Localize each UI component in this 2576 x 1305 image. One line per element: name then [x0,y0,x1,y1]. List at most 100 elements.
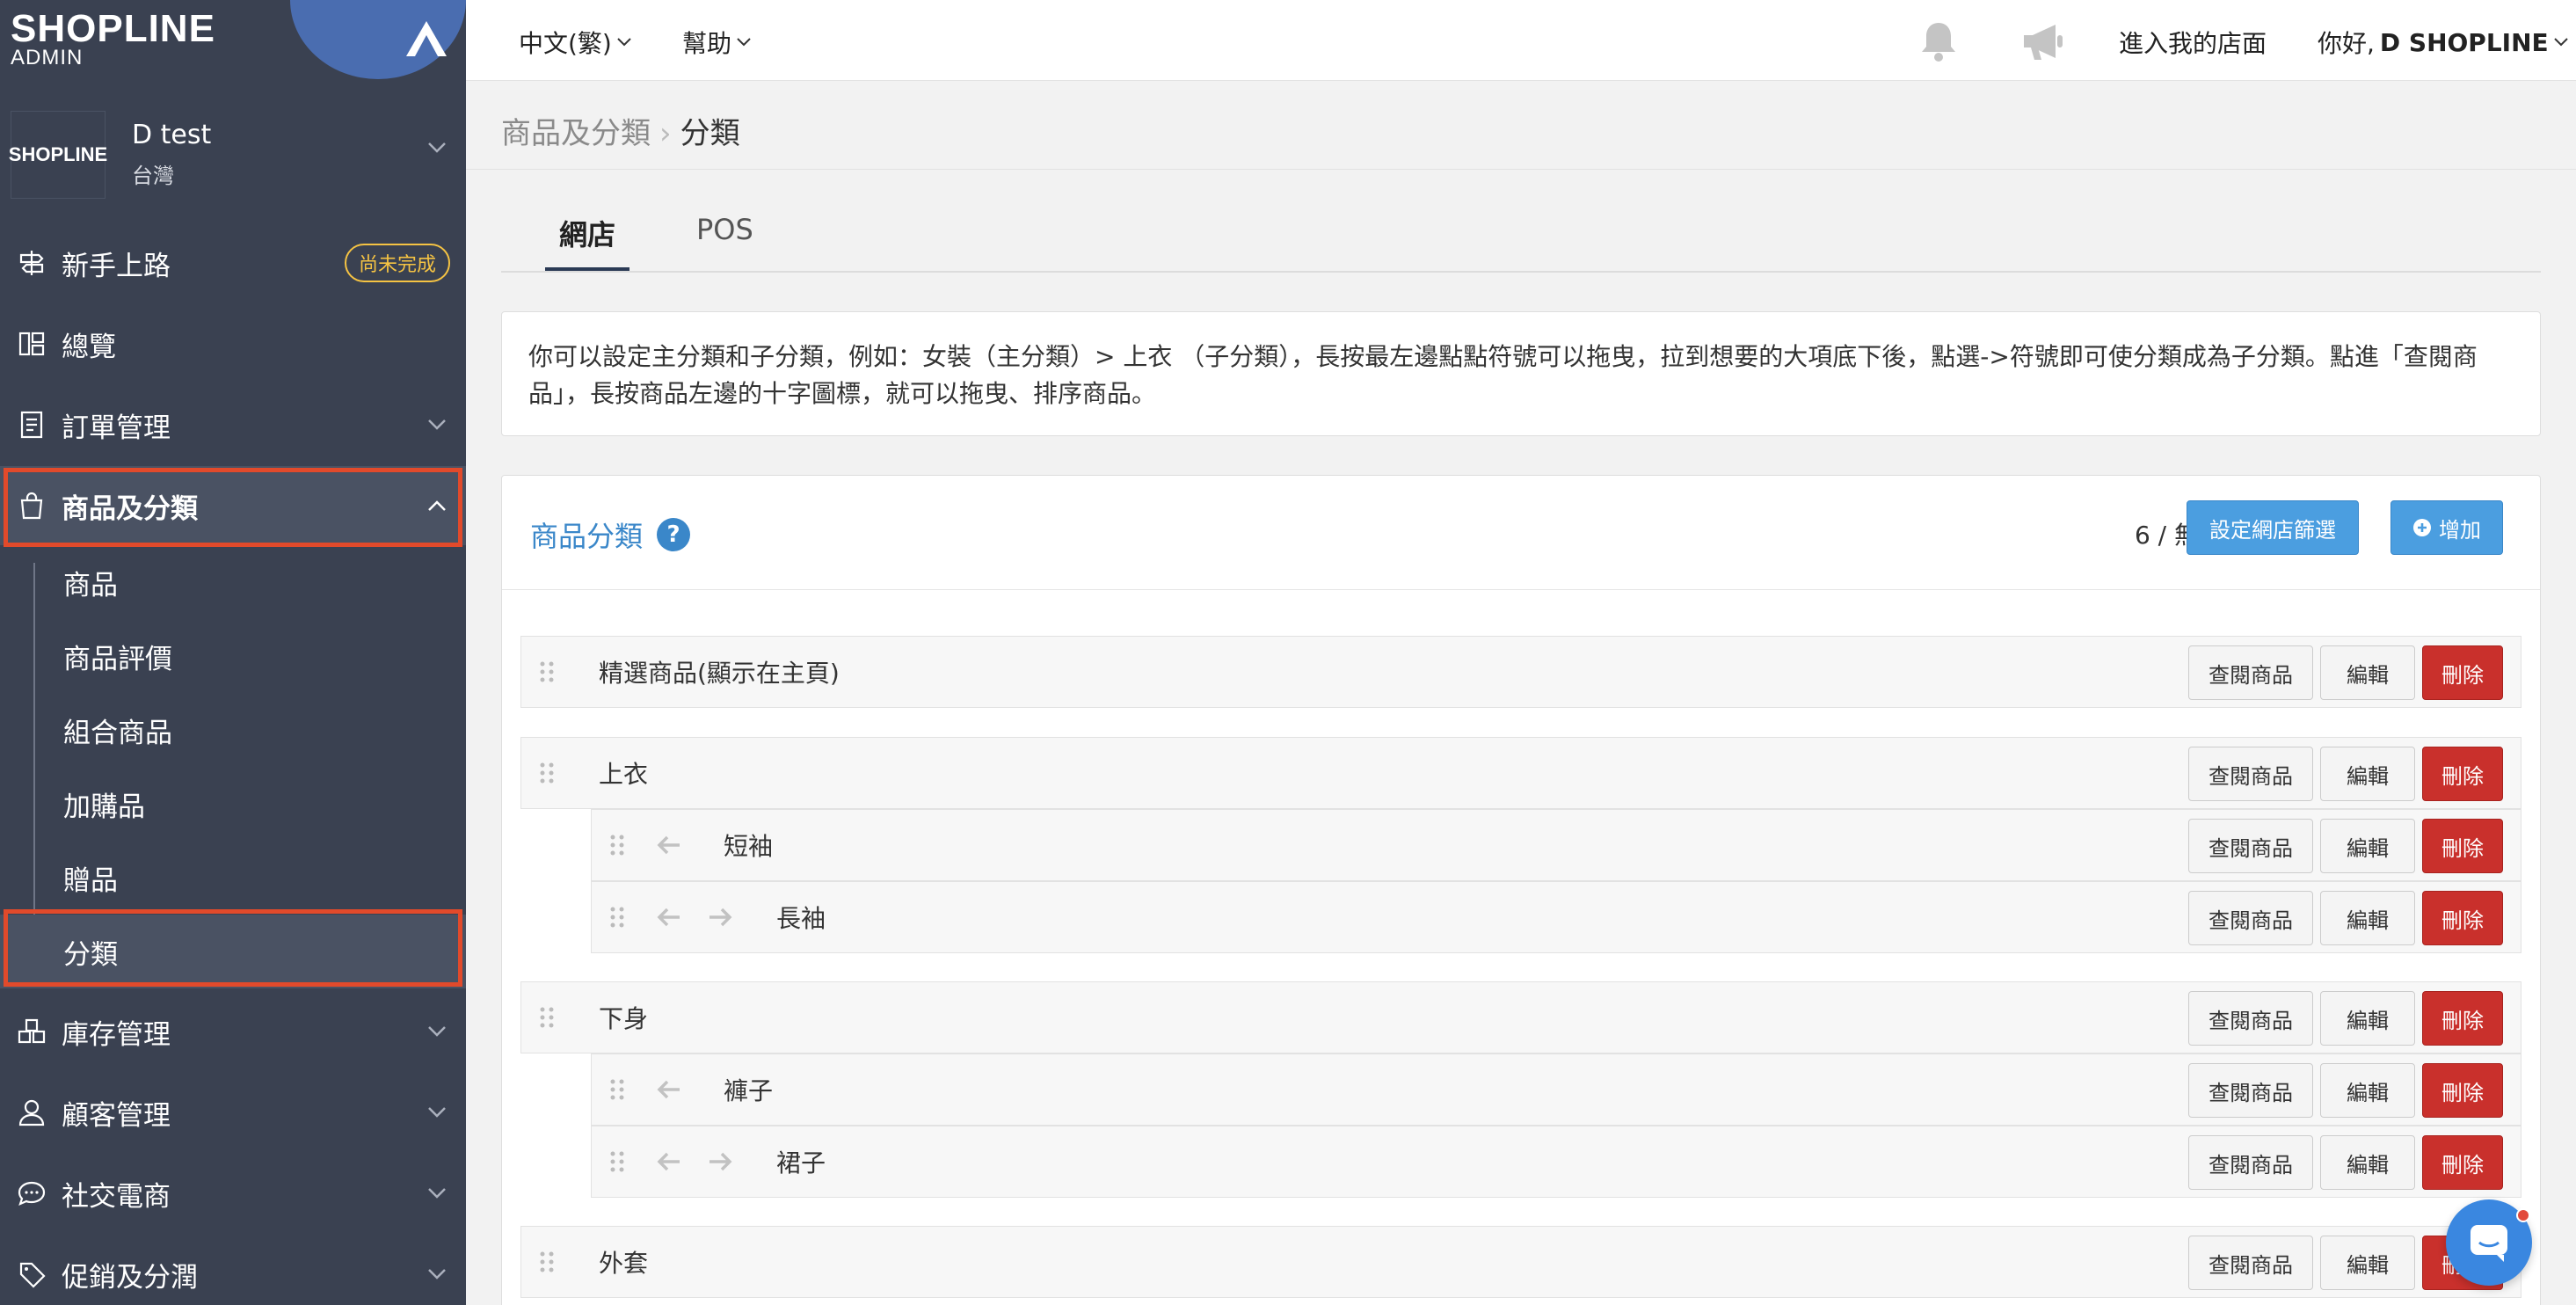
user-name: D SHOPLINE [2379,27,2549,57]
tab-pos[interactable]: POS [682,204,768,271]
store-region: 台灣 [132,164,174,188]
edit-button[interactable]: 編輯 [2320,747,2415,801]
edit-button[interactable]: 編輯 [2320,991,2415,1046]
chevron-down-icon [428,1188,446,1199]
chevron-down-icon [617,38,631,47]
edit-button[interactable]: 編輯 [2320,1063,2415,1118]
row-actions: 查閱商品 編輯 刪除 [2188,1063,2503,1118]
view-products-button[interactable]: 查閱商品 [2188,819,2313,873]
drag-handle-icon[interactable] [609,1078,625,1101]
divider [466,169,2576,170]
edit-button[interactable]: 編輯 [2320,1236,2415,1290]
user-menu[interactable]: 你好, D SHOPLINE [2318,25,2568,60]
drag-handle-icon[interactable] [609,1150,625,1173]
tab-online-store[interactable]: 網店 [545,204,630,271]
visit-store-link[interactable]: 進入我的店面 [2119,25,2267,60]
category-row[interactable]: 下身 查閱商品 編輯 刪除 [520,981,2521,1053]
subcategory-row[interactable]: 褲子 查閱商品 編輯 刪除 [591,1053,2521,1126]
submenu-item-bundles[interactable]: 組合商品 [0,693,466,767]
tag-icon [19,1262,46,1288]
submenu-item-label: 組合商品 [63,717,172,749]
sidebar-item-customers[interactable]: 顧客管理 [0,1073,466,1152]
category-row[interactable]: 上衣 查閱商品 編輯 刪除 [520,737,2521,809]
submenu-item-label: 商品 [63,569,118,601]
arrow-left-icon[interactable] [657,907,681,928]
arrow-right-icon[interactable] [708,907,732,928]
view-products-button[interactable]: 查閱商品 [2188,747,2313,801]
shopline-logo[interactable]: SHOPLINE [11,7,215,51]
arrow-left-icon[interactable] [657,835,681,856]
sidebar-item-label: 訂單管理 [62,412,171,444]
add-category-button[interactable]: 增加 [2390,500,2503,555]
arrow-left-icon[interactable] [657,1151,681,1172]
delete-button[interactable]: 刪除 [2422,891,2503,945]
row-actions: 查閱商品 編輯 刪除 [2188,819,2503,873]
submenu-item-categories[interactable]: 分類 [0,915,466,988]
panel-title: 商品分類 [530,520,644,553]
drag-handle-icon[interactable] [539,762,555,784]
drag-handle-icon[interactable] [609,906,625,929]
help-menu[interactable]: 幫助 [682,25,751,60]
submenu-item-label: 贈品 [63,864,118,897]
edit-button[interactable]: 編輯 [2320,645,2415,700]
drag-handle-icon[interactable] [539,660,555,683]
logo-mark-icon[interactable] [404,19,448,62]
sidebar: SHOPLINE ADMIN SHOPLINE D test 台灣 新手上路 尚… [0,0,466,1305]
sidebar-item-inventory[interactable]: 庫存管理 [0,992,466,1071]
drag-handle-icon[interactable] [539,1250,555,1273]
help-icon[interactable]: ? [657,518,691,551]
visit-store-label: 進入我的店面 [2119,29,2267,58]
delete-button[interactable]: 刪除 [2422,1135,2503,1190]
breadcrumb-parent[interactable]: 商品及分類 [501,116,651,151]
subcategory-row[interactable]: 裙子 查閱商品 編輯 刪除 [591,1126,2521,1198]
sidebar-item-getting-started[interactable]: 新手上路 尚未完成 [0,223,466,303]
edit-button[interactable]: 編輯 [2320,891,2415,945]
products-submenu: 商品 商品評價 組合商品 加購品 贈品 分類 [0,545,466,994]
submenu-item-products[interactable]: 商品 [0,545,466,619]
edit-button[interactable]: 編輯 [2320,1135,2415,1190]
store-filter-button[interactable]: 設定網店篩選 [2187,500,2359,555]
sidebar-item-label: 庫存管理 [62,1018,171,1051]
category-row[interactable]: 外套 查閱商品 編輯 刪除 [520,1226,2521,1298]
view-products-button[interactable]: 查閱商品 [2188,1236,2313,1290]
megaphone-icon[interactable] [2019,19,2066,63]
sidebar-item-orders[interactable]: 訂單管理 [0,385,466,464]
category-row[interactable]: 精選商品(顯示在主頁) 查閱商品 編輯 刪除 [520,636,2521,708]
bell-icon[interactable] [1918,19,1959,63]
arrow-right-icon[interactable] [708,1151,732,1172]
arrow-left-icon[interactable] [657,1079,681,1100]
submenu-item-reviews[interactable]: 商品評價 [0,619,466,693]
submenu-item-gifts[interactable]: 贈品 [0,841,466,915]
sidebar-item-promotions[interactable]: 促銷及分潤 [0,1235,466,1305]
chevron-down-icon [428,419,446,430]
submenu-item-addons[interactable]: 加購品 [0,767,466,841]
drag-handle-icon[interactable] [609,834,625,857]
subcategory-row[interactable]: 長袖 查閱商品 編輯 刪除 [591,881,2521,953]
panel-title-wrap: 商品分類 ? [530,514,691,555]
view-products-button[interactable]: 查閱商品 [2188,991,2313,1046]
sidebar-item-social-commerce[interactable]: 社交電商 [0,1154,466,1233]
store-switcher[interactable]: SHOPLINE D test 台灣 [0,97,466,211]
view-products-button[interactable]: 查閱商品 [2188,645,2313,700]
view-products-button[interactable]: 查閱商品 [2188,1135,2313,1190]
view-products-button[interactable]: 查閱商品 [2188,1063,2313,1118]
sidebar-item-overview[interactable]: 總覽 [0,304,466,383]
delete-button[interactable]: 刪除 [2422,991,2503,1046]
delete-button[interactable]: 刪除 [2422,819,2503,873]
view-products-button[interactable]: 查閱商品 [2188,891,2313,945]
sidebar-item-products[interactable]: 商品及分類 [0,466,466,545]
delete-button[interactable]: 刪除 [2422,645,2503,700]
subcategory-row[interactable]: 短袖 查閱商品 編輯 刪除 [591,809,2521,881]
category-name: 下身 [599,1004,649,1033]
drag-handle-icon[interactable] [539,1006,555,1029]
receipt-icon [20,411,43,439]
breadcrumb: 商品及分類 › 分類 [501,109,740,152]
delete-button[interactable]: 刪除 [2422,1063,2503,1118]
channel-tabs: 網店 POS [501,185,2541,273]
sidebar-item-label: 促銷及分潤 [62,1261,198,1294]
delete-button[interactable]: 刪除 [2422,747,2503,801]
edit-button[interactable]: 編輯 [2320,819,2415,873]
sidebar-item-label: 總覽 [62,331,116,363]
language-selector[interactable]: 中文(繁) [519,25,631,60]
category-name: 裙子 [776,1148,826,1177]
